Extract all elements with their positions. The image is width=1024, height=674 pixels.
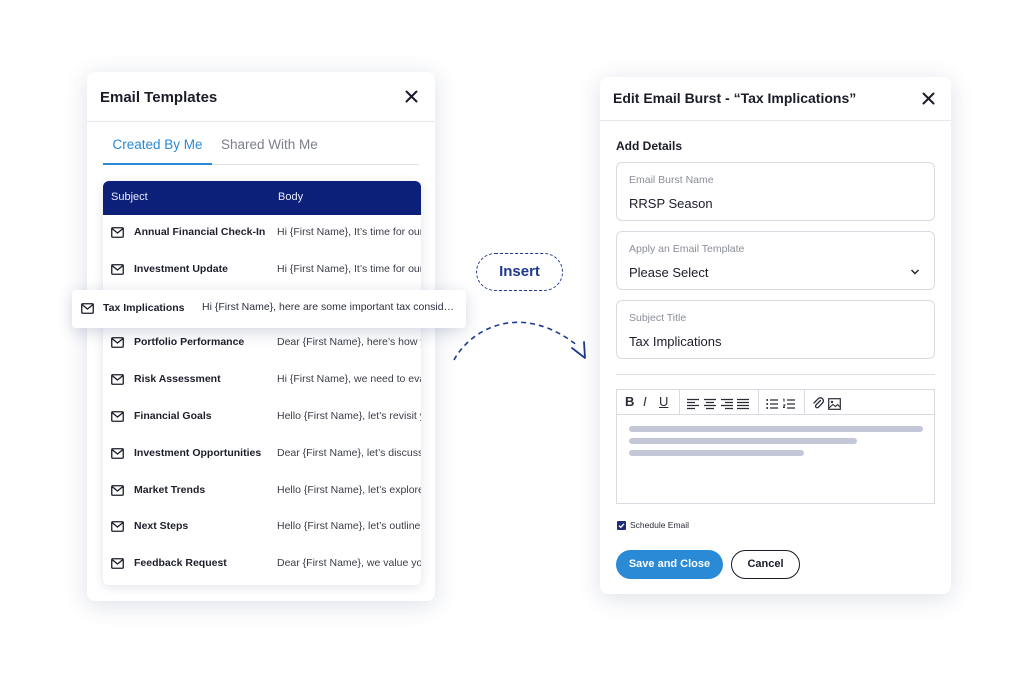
row-body: Hello {First Name}, let’s explore the ma…: [277, 484, 421, 496]
panel-title: Edit Email Burst - “Tax Implications”: [613, 90, 857, 106]
table-row[interactable]: Investment Opportunities Dear {First Nam…: [103, 436, 421, 473]
save-and-close-button[interactable]: Save and Close: [616, 550, 723, 579]
panel-title: Email Templates: [100, 89, 218, 106]
bulleted-list-icon[interactable]: [766, 396, 778, 412]
placeholder-line: [629, 426, 923, 432]
chevron-down-icon: [911, 269, 919, 275]
mail-icon: [111, 485, 124, 496]
mail-icon: [111, 374, 124, 385]
templates-table: Subject Body Annual Financial Check-In H…: [103, 181, 421, 585]
template-tabs: Created By Me Shared With Me: [103, 138, 419, 165]
align-right-icon[interactable]: [721, 396, 733, 412]
dragged-template-row[interactable]: Tax Implications Hi {First Name}, here a…: [72, 290, 466, 328]
table-row[interactable]: Financial Goals Hello {First Name}, let’…: [103, 399, 421, 436]
schedule-email-checkbox[interactable]: [617, 521, 626, 530]
mail-icon: [111, 521, 124, 532]
row-body: Hello {First Name}, let’s outline the ne…: [277, 520, 421, 532]
mail-icon: [111, 337, 124, 348]
close-icon[interactable]: [405, 90, 421, 106]
mail-icon: [81, 303, 94, 314]
panel-header: Email Templates: [87, 72, 435, 122]
table-row[interactable]: Next Steps Hello {First Name}, let’s out…: [103, 509, 421, 546]
toolbar-divider: [804, 390, 805, 415]
placeholder-line: [629, 438, 857, 444]
table-row[interactable]: Investment Update Hi {First Name}, It’s …: [103, 252, 421, 289]
edit-email-burst-panel: Edit Email Burst - “Tax Implications” Ad…: [600, 77, 951, 594]
tab-shared-with-me[interactable]: Shared With Me: [221, 138, 318, 165]
table-row[interactable]: Portfolio Performance Dear {First Name},…: [103, 325, 421, 362]
toolbar-divider: [679, 390, 680, 415]
divider: [616, 374, 935, 375]
section-title: Add Details: [616, 139, 683, 153]
field-value: RRSP Season: [629, 196, 713, 211]
row-subject: Financial Goals: [134, 410, 212, 422]
row-body: Hi {First Name}, It’s time for our annua…: [277, 226, 421, 238]
table-row[interactable]: Annual Financial Check-In Hi {First Name…: [103, 215, 421, 252]
row-body: Hi {First Name}, we need to evaluate you…: [277, 373, 421, 385]
cancel-button[interactable]: Cancel: [731, 550, 800, 579]
table-row[interactable]: Risk Assessment Hi {First Name}, we need…: [103, 362, 421, 399]
mail-icon: [111, 264, 124, 275]
row-subject: Feedback Request: [134, 557, 227, 569]
row-subject: Market Trends: [134, 484, 206, 496]
field-value: Please Select: [629, 265, 709, 280]
column-header-subject: Subject: [111, 191, 148, 203]
dashed-arrow-icon: [453, 321, 586, 361]
rich-text-editor[interactable]: B I U: [616, 389, 935, 504]
align-left-icon[interactable]: [687, 396, 699, 412]
mail-icon: [111, 448, 124, 459]
email-burst-name-field[interactable]: Email Burst Name RRSP Season: [616, 162, 935, 221]
field-label: Subject Title: [629, 312, 687, 324]
field-label: Apply an Email Template: [629, 243, 745, 255]
panel-header: Edit Email Burst - “Tax Implications”: [600, 77, 951, 121]
mail-icon: [111, 227, 124, 238]
placeholder-line: [629, 450, 804, 456]
checkbox-checked-icon: [618, 523, 625, 529]
row-subject: Next Steps: [134, 520, 189, 532]
row-subject: Investment Update: [134, 263, 228, 275]
tab-created-by-me[interactable]: Created By Me: [103, 138, 212, 165]
table-row[interactable]: Feedback Request Dear {First Name}, we v…: [103, 546, 421, 583]
image-icon[interactable]: [828, 396, 841, 412]
email-templates-panel: Email Templates Created By Me Shared Wit…: [87, 72, 435, 601]
row-body: Hi {First Name}, It’s time for our inves…: [277, 263, 421, 275]
row-subject: Risk Assessment: [134, 373, 221, 385]
bold-button[interactable]: B: [625, 394, 634, 410]
numbered-list-icon[interactable]: [783, 396, 795, 412]
table-row[interactable]: Market Trends Hello {First Name}, let’s …: [103, 473, 421, 510]
row-body: Dear {First Name}, here’s how your portf…: [277, 336, 421, 348]
subject-title-field[interactable]: Subject Title Tax Implications: [616, 300, 935, 359]
align-justify-icon[interactable]: [737, 396, 749, 412]
row-subject: Tax Implications: [103, 302, 185, 314]
column-header-body: Body: [278, 191, 304, 203]
row-body: Hello {First Name}, let’s revisit your f…: [277, 410, 421, 422]
field-label: Email Burst Name: [629, 174, 714, 186]
table-header: Subject Body: [103, 181, 421, 215]
close-icon[interactable]: [922, 92, 938, 108]
row-subject: Investment Opportunities: [134, 447, 262, 459]
schedule-email-label: Schedule Email: [630, 520, 690, 530]
italic-button[interactable]: I: [643, 394, 647, 410]
row-body: Dear {First Name}, let’s discuss new opp…: [277, 447, 421, 459]
editor-toolbar: B I U: [617, 390, 934, 415]
field-value: Tax Implications: [629, 334, 722, 349]
row-body: Hi {First Name}, here are some important…: [202, 301, 455, 313]
align-center-icon[interactable]: [704, 396, 716, 412]
mail-icon: [111, 558, 124, 569]
email-template-select[interactable]: Apply an Email Template Please Select: [616, 231, 935, 290]
row-subject: Portfolio Performance: [134, 336, 245, 348]
row-body: Dear {First Name}, we value your feedbac…: [277, 557, 421, 569]
attachment-icon[interactable]: [812, 395, 824, 411]
underline-button[interactable]: U: [659, 394, 668, 410]
row-subject: Annual Financial Check-In: [134, 226, 266, 238]
insert-label: Insert: [476, 253, 563, 291]
toolbar-divider: [758, 390, 759, 415]
mail-icon: [111, 411, 124, 422]
